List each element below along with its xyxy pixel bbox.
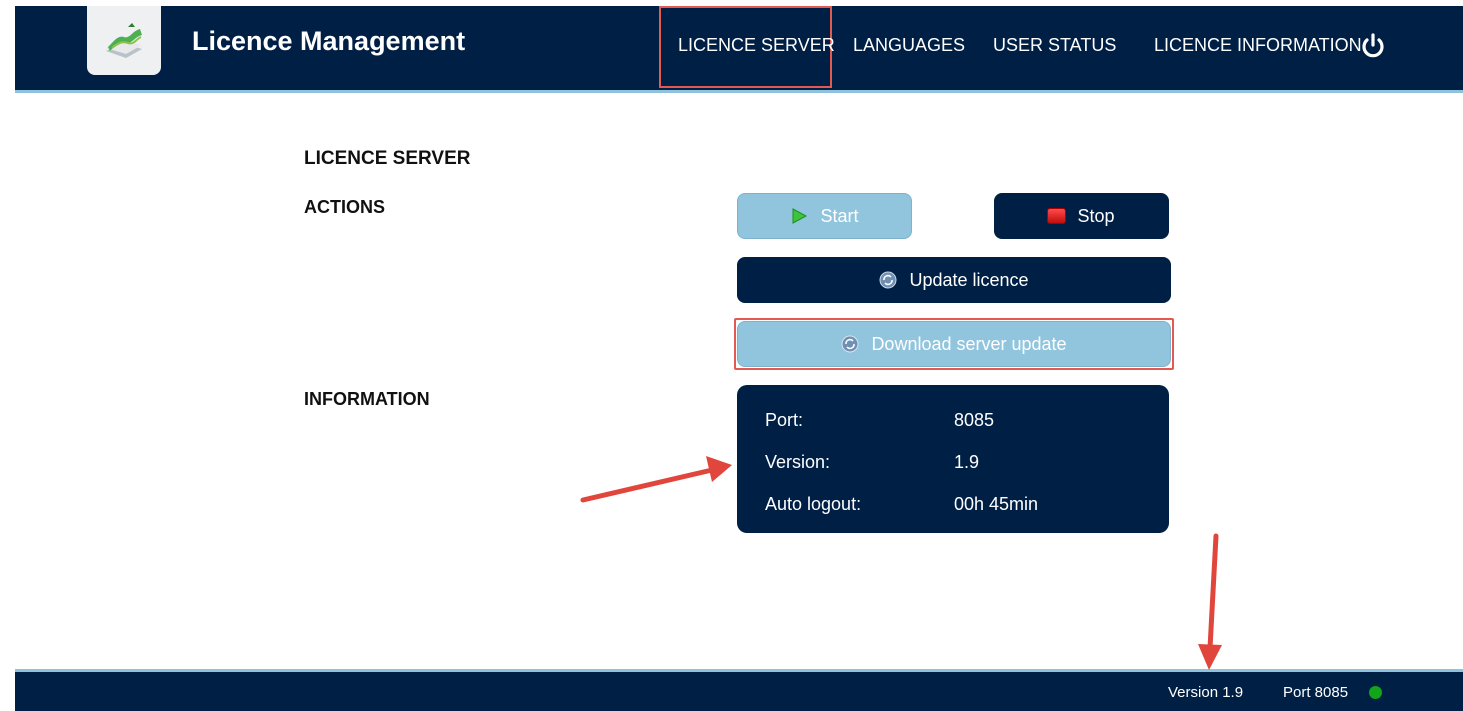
auto-logout-value: 00h 45min: [954, 494, 1039, 514]
nav-licence-server[interactable]: LICENCE SERVER: [678, 35, 835, 56]
stop-button[interactable]: Stop: [994, 193, 1169, 239]
auto-logout-label: Auto logout:: [765, 494, 862, 514]
server-status-indicator: [1369, 686, 1382, 699]
app-logo[interactable]: [87, 6, 161, 75]
stop-label: Stop: [1077, 205, 1115, 226]
footer-version: Version 1.9: [1168, 684, 1244, 701]
arrow-to-footer-version: [1207, 533, 1219, 651]
page-title: LICENCE SERVER: [304, 148, 471, 169]
start-button[interactable]: Start: [737, 193, 912, 239]
nav-languages[interactable]: LANGUAGES: [853, 35, 965, 56]
nav-licence-information[interactable]: LICENCE INFORMATION: [1154, 35, 1362, 56]
download-server-update-label: Download server update: [871, 333, 1067, 354]
download-server-update-button[interactable]: Download server update: [737, 321, 1171, 367]
app-title: Licence Management: [192, 26, 466, 56]
play-icon: [792, 208, 808, 224]
refresh-globe-icon: [841, 335, 859, 353]
annotation-arrows: [580, 456, 1222, 670]
power-icon[interactable]: [1361, 33, 1385, 59]
information-panel: Port: 8085 Version: 1.9 Auto logout: 00h…: [737, 385, 1169, 533]
update-licence-button[interactable]: Update licence: [737, 257, 1171, 303]
footer-port: Port 8085: [1283, 684, 1349, 701]
footer-bar: Version 1.9 Port 8085: [15, 669, 1463, 711]
nav-user-status[interactable]: USER STATUS: [993, 35, 1116, 56]
map-terrain-icon: [106, 22, 142, 58]
version-label: Version:: [765, 452, 831, 472]
actions-heading: ACTIONS: [304, 197, 385, 217]
start-label: Start: [820, 205, 859, 226]
port-label: Port:: [765, 410, 804, 430]
stop-icon: [1048, 209, 1066, 223]
top-navbar: Licence Management LICENCE SERVER LANGUA…: [15, 6, 1463, 93]
page: Licence Management LICENCE SERVER LANGUA…: [0, 0, 1463, 711]
arrow-to-version-label: [580, 467, 715, 503]
arrow-head-footer-version: [1198, 644, 1222, 670]
port-value: 8085: [954, 410, 995, 430]
version-value: 1.9: [954, 452, 980, 472]
refresh-globe-icon: [879, 271, 897, 289]
information-heading: INFORMATION: [304, 389, 430, 409]
update-licence-label: Update licence: [909, 269, 1029, 290]
arrow-head-version-label: [706, 456, 732, 482]
